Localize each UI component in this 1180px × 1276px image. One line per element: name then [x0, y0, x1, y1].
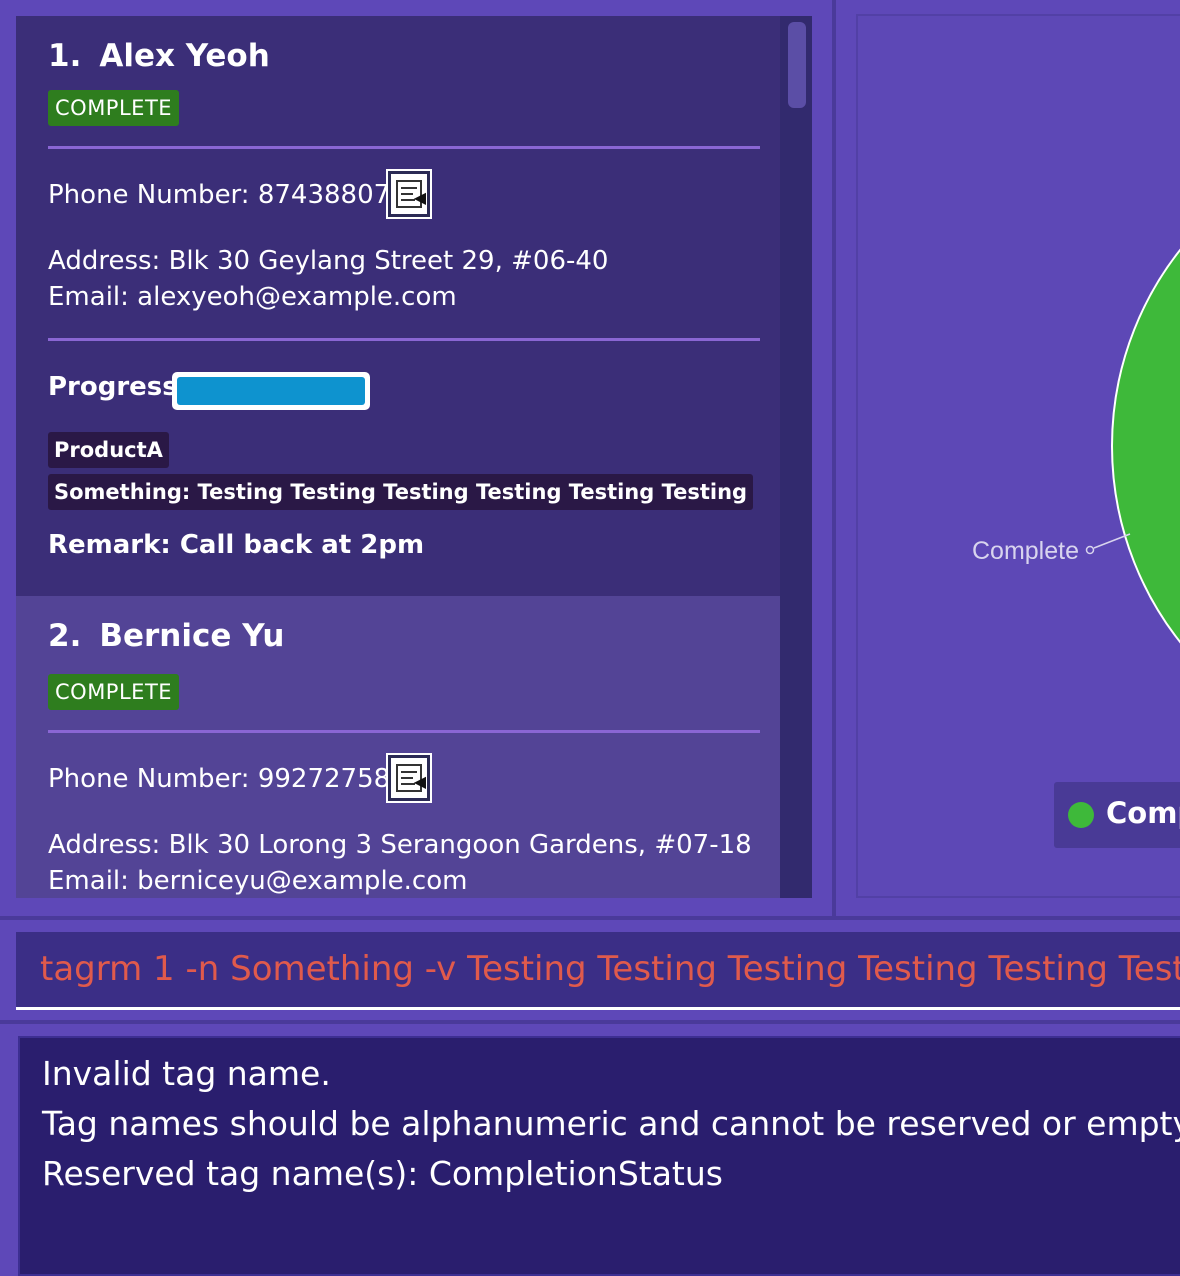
pie-chart-panel: Complete Comp — [856, 14, 1180, 898]
slice-label-marker — [1085, 545, 1095, 555]
divider — [48, 146, 760, 149]
result-line: Invalid tag name. — [42, 1054, 331, 1093]
legend-label: Comp — [1106, 796, 1180, 830]
result-line: Tag names should be alphanumeric and can… — [42, 1104, 1180, 1143]
tag: ProductA — [48, 432, 169, 468]
divider — [48, 730, 760, 733]
horizontal-separator — [0, 1020, 1180, 1024]
result-display: Invalid tag name. Tag names should be al… — [18, 1036, 1180, 1276]
legend-color-dot — [1068, 802, 1094, 828]
slice-label-leader-line — [1093, 533, 1131, 549]
phone-number: Phone Number: 99272758 — [48, 764, 391, 794]
person-card[interactable]: 1. Alex Yeoh COMPLETE Phone Number: 87438… — [16, 16, 780, 596]
email: Email: alexyeoh@example.com — [48, 282, 457, 312]
email: Email: berniceyu@example.com — [48, 866, 468, 896]
person-name: 2. Bernice Yu — [48, 618, 284, 654]
copy-phone-button[interactable]: ◀ — [386, 169, 432, 219]
phone-number: Phone Number: 87438807 — [48, 180, 391, 210]
pie-slice-label: Complete — [972, 537, 1079, 565]
remark: Remark: Call back at 2pm — [48, 530, 425, 560]
address: Address: Blk 30 Geylang Street 29, #06-4… — [48, 246, 609, 276]
progress-bar — [172, 372, 370, 410]
copy-phone-button[interactable]: ◀ — [386, 753, 432, 803]
person-name-text: Bernice Yu — [99, 618, 285, 654]
result-line: Reserved tag name(s): CompletionStatus — [42, 1154, 723, 1193]
horizontal-separator — [0, 916, 1180, 920]
command-box[interactable]: tagrm 1 -n Something -v Testing Testing … — [16, 932, 1180, 1010]
person-index: 1. — [48, 38, 82, 74]
progress-bar-fill — [177, 377, 365, 405]
address: Address: Blk 30 Lorong 3 Serangoon Garde… — [48, 830, 752, 860]
tag: Something: Testing Testing Testing Testi… — [48, 474, 754, 510]
person-card[interactable]: 2. Bernice Yu COMPLETE Phone Number: 9927… — [16, 596, 780, 898]
clipboard-copy-icon: ◀ — [396, 180, 426, 208]
pie-chart: Complete — [972, 248, 1180, 644]
completion-status-badge: COMPLETE — [48, 90, 180, 126]
scrollbar-thumb[interactable] — [788, 22, 806, 108]
person-name-text: Alex Yeoh — [99, 38, 270, 74]
person-name: 1. Alex Yeoh — [48, 38, 270, 74]
command-text: tagrm 1 -n Something -v Testing Testing … — [40, 949, 1180, 989]
chart-legend: Comp — [1054, 782, 1180, 848]
pie-slice-complete — [1111, 248, 1180, 644]
list-scrollbar[interactable] — [780, 16, 812, 898]
progress-label: Progress: — [48, 372, 189, 402]
command-input[interactable]: tagrm 1 -n Something -v Testing Testing … — [16, 932, 1180, 1007]
vertical-separator — [832, 0, 836, 916]
person-index: 2. — [48, 618, 82, 654]
clipboard-copy-icon: ◀ — [396, 764, 426, 792]
divider — [48, 338, 760, 341]
completion-status-badge: COMPLETE — [48, 674, 180, 710]
person-list-panel[interactable]: 1. Alex Yeoh COMPLETE Phone Number: 87438… — [16, 16, 812, 898]
